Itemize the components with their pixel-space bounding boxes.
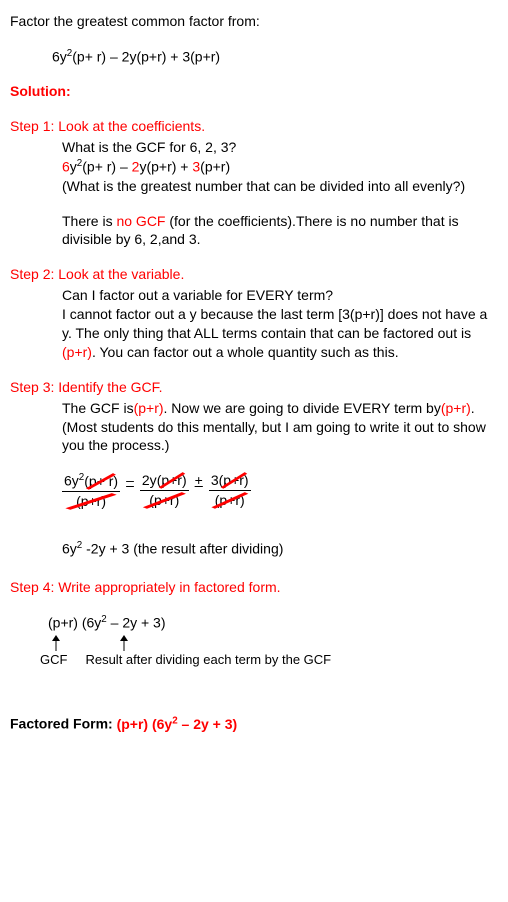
final-expr: (p+r) (6y2 – 2y + 3) bbox=[117, 716, 238, 732]
t: 6y bbox=[62, 540, 77, 556]
fraction-1: 6y2(p+ r) (p+r) bbox=[62, 471, 120, 510]
num-group: (p+r) bbox=[157, 472, 187, 488]
arrow-up-icon bbox=[48, 635, 208, 651]
problem-expression: 6y2(p+ r) – 2y(p+r) + 3(p+r) bbox=[52, 47, 498, 67]
step1-line1: What is the GCF for 6, 2, 3? bbox=[62, 138, 498, 157]
fraction-2: 2y(p+r) (p+r) bbox=[140, 471, 189, 510]
num-group: (p+r) bbox=[219, 472, 249, 488]
den: (p+r) bbox=[215, 492, 245, 508]
t: y(p+r) + bbox=[139, 159, 192, 175]
no-gcf: no GCF bbox=[116, 213, 165, 229]
step3-result: 6y2 -2y + 3 (the result after dividing) bbox=[62, 539, 498, 559]
label-result: Result after dividing each term by the G… bbox=[85, 651, 331, 669]
step1-line3: (What is the greatest number that can be… bbox=[62, 177, 498, 196]
step3-line1: The GCF is(p+r). Now we are going to div… bbox=[62, 399, 498, 456]
num-coef: 3 bbox=[211, 472, 219, 488]
final-label: Factored Form: bbox=[10, 716, 117, 732]
t: – 2y + 3) bbox=[107, 615, 166, 631]
t: The GCF is bbox=[62, 400, 134, 416]
step4-arrows bbox=[48, 635, 498, 651]
step4-labels: GCF Result after dividing each term by t… bbox=[40, 651, 498, 669]
step4-title: Step 4: Write appropriately in factored … bbox=[10, 578, 498, 597]
t: I cannot factor out a y because the last… bbox=[62, 306, 487, 341]
t: – 2y + 3) bbox=[178, 716, 238, 732]
minus-op: – bbox=[126, 471, 134, 490]
t: . Now we are going to divide EVERY term … bbox=[164, 400, 441, 416]
t: There is bbox=[62, 213, 116, 229]
expr-part: – 2y(p+r) + 3(p+r) bbox=[106, 49, 220, 65]
gcf: (p+r) bbox=[134, 400, 164, 416]
fraction-3: 3(p+r) (p+r) bbox=[209, 471, 251, 510]
step2-title: Step 2: Look at the variable. bbox=[10, 265, 498, 284]
den: (p+r) bbox=[149, 492, 179, 508]
t: (p+r) bbox=[200, 159, 230, 175]
t: y bbox=[70, 159, 77, 175]
gcf: (p+r) bbox=[441, 400, 471, 416]
coef: 3 bbox=[192, 159, 200, 175]
t: -2y + 3 (the result after dividing) bbox=[82, 540, 283, 556]
num-group: (p+ r) bbox=[84, 473, 118, 489]
problem-title: Factor the greatest common factor from: bbox=[10, 12, 498, 31]
step2-line1: Can I factor out a variable for EVERY te… bbox=[62, 286, 498, 305]
t: . You can factor out a whole quantity su… bbox=[92, 344, 399, 360]
solution-heading: Solution: bbox=[10, 82, 498, 101]
plus-op: + bbox=[195, 471, 203, 490]
label-gcf: GCF bbox=[40, 651, 67, 669]
step3-title: Step 3: Identify the GCF. bbox=[10, 378, 498, 397]
step4-expression: (p+r) (6y2 – 2y + 3) bbox=[48, 613, 498, 633]
t: (p+r) (6y bbox=[117, 716, 173, 732]
den: (p+r) bbox=[76, 493, 106, 509]
t: (p+r) (6y bbox=[48, 615, 101, 631]
coef: 6 bbox=[62, 159, 70, 175]
gcf-variable: (p+r) bbox=[62, 344, 92, 360]
step1-expression: 6y2(p+ r) – 2y(p+r) + 3(p+r) bbox=[62, 157, 498, 177]
num-coef: 6y bbox=[64, 473, 79, 489]
expr-part: (p+ r) bbox=[72, 49, 106, 65]
step1-line4: There is no GCF (for the coefficients).T… bbox=[62, 212, 498, 250]
final-answer: Factored Form: (p+r) (6y2 – 2y + 3) bbox=[10, 714, 498, 734]
expr-part: 6y bbox=[52, 49, 67, 65]
step1-title: Step 1: Look at the coefficients. bbox=[10, 117, 498, 136]
t: (p+ r) – bbox=[82, 159, 131, 175]
step2-line2: I cannot factor out a y because the last… bbox=[62, 305, 498, 362]
step3-fractions: 6y2(p+ r) (p+r) – 2y(p+r) (p+r) + 3(p+r)… bbox=[62, 471, 498, 510]
num-coef: 2y bbox=[142, 472, 157, 488]
